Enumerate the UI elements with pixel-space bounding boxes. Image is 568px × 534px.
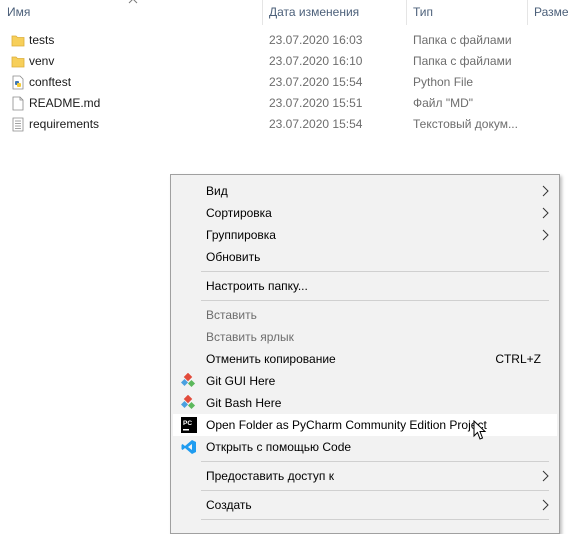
menu-item-refresh[interactable]: Обновить [173, 246, 557, 268]
svg-text:PC: PC [183, 420, 192, 427]
folder-icon [11, 56, 25, 68]
file-date: 23.07.2020 16:10 [269, 54, 363, 68]
menu-item-view[interactable]: Вид [173, 180, 557, 202]
git-gui-icon [181, 373, 196, 388]
menu-separator [201, 461, 549, 462]
file-name: requirements [29, 117, 100, 131]
file-type: Папка с файлами [413, 33, 512, 47]
menu-item-group[interactable]: Группировка [173, 224, 557, 246]
menu-item-pycharm[interactable]: PC Open Folder as PyCharm Community Edit… [173, 414, 557, 436]
file-name: venv [29, 54, 55, 68]
menu-item-paste-shortcut: Вставить ярлык [173, 326, 557, 348]
file-date: 23.07.2020 15:54 [269, 117, 363, 131]
column-divider[interactable] [406, 0, 407, 25]
menu-separator [201, 300, 549, 301]
column-divider[interactable] [262, 0, 263, 25]
chevron-right-icon [542, 207, 549, 219]
file-row-requirements[interactable]: requirements 23.07.2020 15:54 Текстовый … [0, 114, 568, 135]
text-document-icon [12, 117, 24, 132]
file-type: Файл "MD" [413, 96, 474, 110]
sort-ascending-icon [128, 0, 138, 4]
menu-item-create[interactable]: Создать [173, 494, 557, 516]
chevron-right-icon [542, 470, 549, 482]
menu-item-vscode[interactable]: Открыть с помощью Code [173, 436, 557, 458]
folder-icon [11, 35, 25, 47]
file-row-readme[interactable]: README.md 23.07.2020 15:51 Файл "MD" [0, 93, 568, 114]
shortcut-label: CTRL+Z [495, 352, 541, 366]
menu-item-share[interactable]: Предоставить доступ к [173, 465, 557, 487]
chevron-right-icon [542, 499, 549, 511]
menu-item-label: Открыть с помощью Code [206, 440, 352, 454]
column-date-header[interactable]: Дата изменения [269, 0, 359, 25]
menu-item-customize[interactable]: Настроить папку... [173, 275, 557, 297]
column-header: Имя Дата изменения Тип Размер [0, 0, 568, 25]
menu-item-label: Группировка [206, 228, 276, 242]
menu-item-paste: Вставить [173, 304, 557, 326]
chevron-right-icon [542, 229, 549, 241]
menu-item-label: Предоставить доступ к [206, 469, 334, 483]
file-type: Текстовый докум... [413, 117, 518, 131]
file-row-venv[interactable]: venv 23.07.2020 16:10 Папка с файлами [0, 51, 568, 72]
column-type-header[interactable]: Тип [413, 0, 433, 25]
menu-item-undo-copy[interactable]: Отменить копирование CTRL+Z [173, 348, 557, 370]
file-type: Python File [413, 75, 474, 89]
vscode-icon [181, 440, 196, 454]
menu-item-label: Создать [206, 498, 252, 512]
menu-item-label: Настроить папку... [206, 279, 308, 293]
menu-separator [201, 490, 549, 491]
file-date: 23.07.2020 15:54 [269, 75, 363, 89]
file-row-conftest[interactable]: conftest 23.07.2020 15:54 Python File [0, 72, 568, 93]
file-name: README.md [29, 96, 101, 110]
menu-item-label: Вставить [206, 308, 257, 322]
file-name: conftest [29, 75, 72, 89]
git-bash-icon [181, 395, 196, 410]
menu-item-git-gui[interactable]: Git GUI Here [173, 370, 557, 392]
context-menu: Вид Сортировка Группировка Обновить Наст… [170, 174, 560, 534]
chevron-right-icon [542, 185, 549, 197]
column-divider[interactable] [527, 0, 528, 25]
python-file-icon [12, 75, 24, 90]
mouse-pointer-icon [473, 420, 487, 440]
menu-item-label: Сортировка [206, 206, 272, 220]
menu-item-label: Open Folder as PyCharm Community Edition… [206, 418, 487, 432]
file-date: 23.07.2020 16:03 [269, 33, 363, 47]
menu-separator [201, 271, 549, 272]
file-type: Папка с файлами [413, 54, 512, 68]
menu-item-label: Отменить копирование [206, 352, 336, 366]
menu-item-label: Git Bash Here [206, 396, 282, 410]
pycharm-icon: PC [181, 417, 197, 433]
menu-item-label: Обновить [206, 250, 261, 264]
menu-separator [201, 519, 549, 520]
column-size-header[interactable]: Размер [534, 0, 568, 25]
menu-item-label: Вид [206, 184, 228, 198]
file-date: 23.07.2020 15:51 [269, 96, 363, 110]
file-row-tests[interactable]: tests 23.07.2020 16:03 Папка с файлами [0, 30, 568, 51]
menu-item-git-bash[interactable]: Git Bash Here [173, 392, 557, 414]
menu-item-sort[interactable]: Сортировка [173, 202, 557, 224]
menu-item-label: Git GUI Here [206, 374, 276, 388]
column-name-header[interactable]: Имя [7, 0, 30, 25]
menu-item-label: Вставить ярлык [206, 330, 294, 344]
file-name: tests [29, 33, 55, 47]
document-icon [12, 96, 24, 111]
